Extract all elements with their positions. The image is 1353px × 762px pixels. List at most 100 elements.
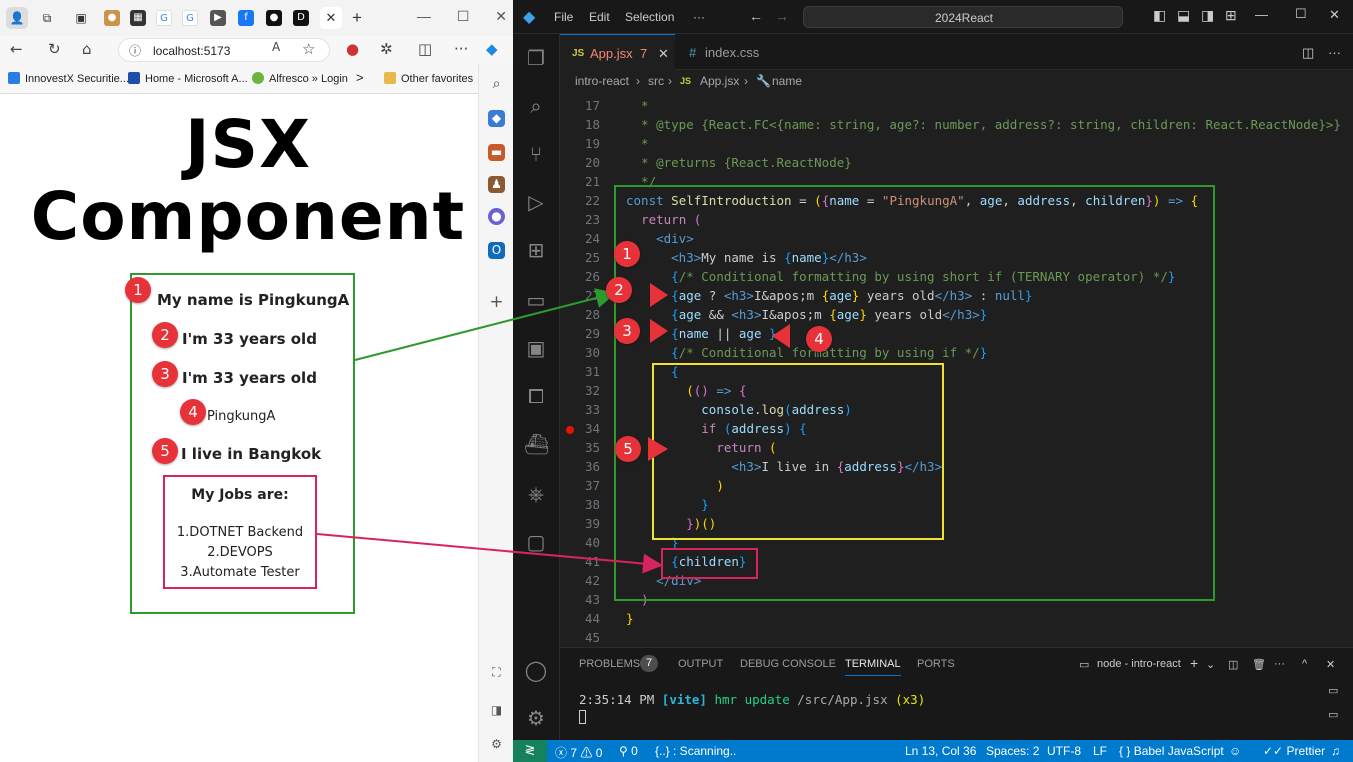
copilot-icon[interactable]: ◆ [486,40,498,58]
status-errors[interactable]: ⓧ 7 ⚠ 0 [555,744,602,761]
docker-icon[interactable]: ⛴ [524,432,549,456]
split-terminal-icon[interactable]: ◫ [1228,658,1238,671]
crumb-src[interactable]: src [648,74,664,88]
tab-close-icon[interactable]: ✕ [658,46,669,62]
terminal-name[interactable]: node - intro-react [1097,658,1181,670]
sidebar-screenshot-icon[interactable]: ⛶ [488,664,505,681]
favorite-microsoft[interactable]: Home - Microsoft A... [128,72,248,85]
terminal-output[interactable]: 2:35:14 PM [vite] hmr update /src/App.js… [579,692,925,707]
tab-index-css[interactable]: index.css [705,45,759,60]
menu-edit[interactable]: Edit [589,10,610,24]
terminal-instance-icon[interactable]: ▭ [1328,708,1338,721]
code-editor[interactable]: 17 18 19 20 21 22 23 24 25 26 27 28 29 30 31 32 33 34 35 36… [560,92,1353,647]
tab-ports[interactable]: PORTS [917,658,955,670]
menu-more[interactable]: ··· [693,10,705,24]
vs-close-icon[interactable]: ✕ [1329,7,1340,23]
toggle-sidebar-icon[interactable]: ◧ [1153,7,1166,24]
terminal-icon[interactable]: ▣ [524,336,548,360]
address-bar[interactable]: ⓘ localhost:5173 [118,38,330,62]
tab-debug-console[interactable]: DEBUG CONSOLE [740,658,836,670]
status-language[interactable]: { } Babel JavaScript [1119,744,1224,758]
search-icon[interactable]: ⌕ [524,94,548,118]
editor-more-icon[interactable]: ··· [1328,45,1341,60]
maximize-icon[interactable]: ☐ [457,8,470,24]
status-spaces[interactable]: Spaces: 2 [986,744,1039,758]
terminal-instance-icon[interactable]: ▭ [1328,684,1338,697]
panel-more-icon[interactable]: ··· [1274,658,1285,670]
split-editor-icon[interactable]: ◫ [1302,45,1314,61]
tab-actions-icon[interactable]: ▣ [70,7,92,29]
sidebar-add-icon[interactable]: + [488,294,505,311]
address-text[interactable]: localhost:5173 [153,44,230,58]
favorite-alfresco[interactable]: Alfresco » Login [252,72,348,85]
tab-favicon-2[interactable]: ▦ [130,10,146,26]
tab-favicon-google-1[interactable]: G [156,10,172,26]
explorer-icon[interactable]: ❐ [524,46,548,70]
vs-minimize-icon[interactable]: — [1255,7,1268,22]
favorites-overflow-icon[interactable]: > [356,70,364,85]
menu-file[interactable]: File [554,10,573,24]
extensions-puzzle-icon[interactable]: ✲ [380,40,393,58]
status-position[interactable]: Ln 13, Col 36 [905,744,976,758]
run-debug-icon[interactable]: ▷ [524,190,548,214]
active-tab-close-icon[interactable]: ✕ [320,7,342,29]
tab-favicon-dw[interactable]: D [293,10,309,26]
favorite-other[interactable]: Other favorites [384,72,473,85]
new-tab-icon[interactable]: + [346,7,368,29]
close-panel-icon[interactable]: ✕ [1326,658,1335,671]
forward-arrow-icon[interactable]: → [775,8,789,24]
split-screen-icon[interactable]: ◫ [418,40,432,58]
tab-favicon-medium[interactable]: ● [266,10,282,26]
customize-layout-icon[interactable]: ⊞ [1225,7,1237,24]
read-aloud-icon[interactable]: A [272,40,280,54]
new-terminal-icon[interactable]: + [1190,655,1198,671]
sidebar-settings-icon[interactable]: ⚙ [488,736,505,753]
manage-gear-icon[interactable]: ⚙ [524,706,548,730]
maximize-panel-icon[interactable]: ^ [1302,658,1307,670]
status-prettier[interactable]: ✓✓ Prettier [1263,744,1325,758]
vs-maximize-icon[interactable]: ☐ [1295,6,1307,22]
favorite-star-icon[interactable]: ☆ [302,40,315,58]
status-scanning[interactable]: {..} : Scanning.. [655,744,736,758]
remote-indicator-icon[interactable]: ≷ [513,740,547,762]
tab-favicon-1[interactable]: ● [104,10,120,26]
remote-explorer-icon[interactable]: ▭ [524,288,548,312]
extension-icon[interactable]: ● [346,40,359,58]
crumb-file[interactable]: App.jsx [700,74,739,88]
chat-icon[interactable]: ▢ [524,530,548,554]
tab-favicon-google-2[interactable]: G [182,10,198,26]
sidebar-hide-icon[interactable]: ◨ [488,702,505,719]
search-text[interactable]: 2024React [804,11,1124,25]
command-center-search[interactable]: 2024React [803,6,1123,28]
favorite-innovestx[interactable]: InnovestX Securitie... [8,72,129,85]
site-info-icon[interactable]: ⓘ [129,42,141,59]
accounts-icon[interactable]: ◯ [524,658,548,682]
tab-problems[interactable]: PROBLEMS [579,658,640,670]
back-arrow-icon[interactable]: ← [749,8,763,24]
extensions-icon[interactable]: ⊞ [524,238,548,262]
source-control-icon[interactable]: ⑂ [524,142,548,166]
toggle-secondary-sidebar-icon[interactable]: ◨ [1201,7,1214,24]
status-eol[interactable]: LF [1093,744,1107,758]
home-icon[interactable]: ⌂ [82,40,92,58]
toggle-panel-icon[interactable]: ⬓ [1177,7,1190,24]
minimize-icon[interactable]: — [417,8,431,24]
crumb-folder[interactable]: intro-react [575,74,629,88]
kubernetes-icon[interactable]: ⎈ [524,482,548,506]
status-ports[interactable]: ⚲ 0 [619,744,638,758]
testing-icon[interactable]: ⧠ [524,384,548,408]
tab-favicon-3[interactable]: ▶ [210,10,226,26]
tab-app-jsx[interactable]: JS App.jsx 7 ✕ [560,34,675,70]
sidebar-search-icon[interactable]: ⌕ [488,76,505,93]
crumb-symbol[interactable]: name [772,74,802,88]
workspaces-icon[interactable]: ⧉ [36,7,58,29]
status-notifications-icon[interactable]: ♫ [1331,744,1340,758]
menu-selection[interactable]: Selection [625,10,674,24]
close-window-icon[interactable]: ✕ [495,8,507,24]
refresh-icon[interactable]: ↻ [48,40,61,58]
kill-terminal-icon[interactable]: 🗑 [1252,658,1266,671]
terminal-dropdown-icon[interactable]: ⌄ [1206,658,1215,671]
tab-terminal[interactable]: TERMINAL [845,658,901,676]
profile-avatar[interactable]: 👤 [6,7,28,29]
back-icon[interactable]: ← [10,40,23,58]
